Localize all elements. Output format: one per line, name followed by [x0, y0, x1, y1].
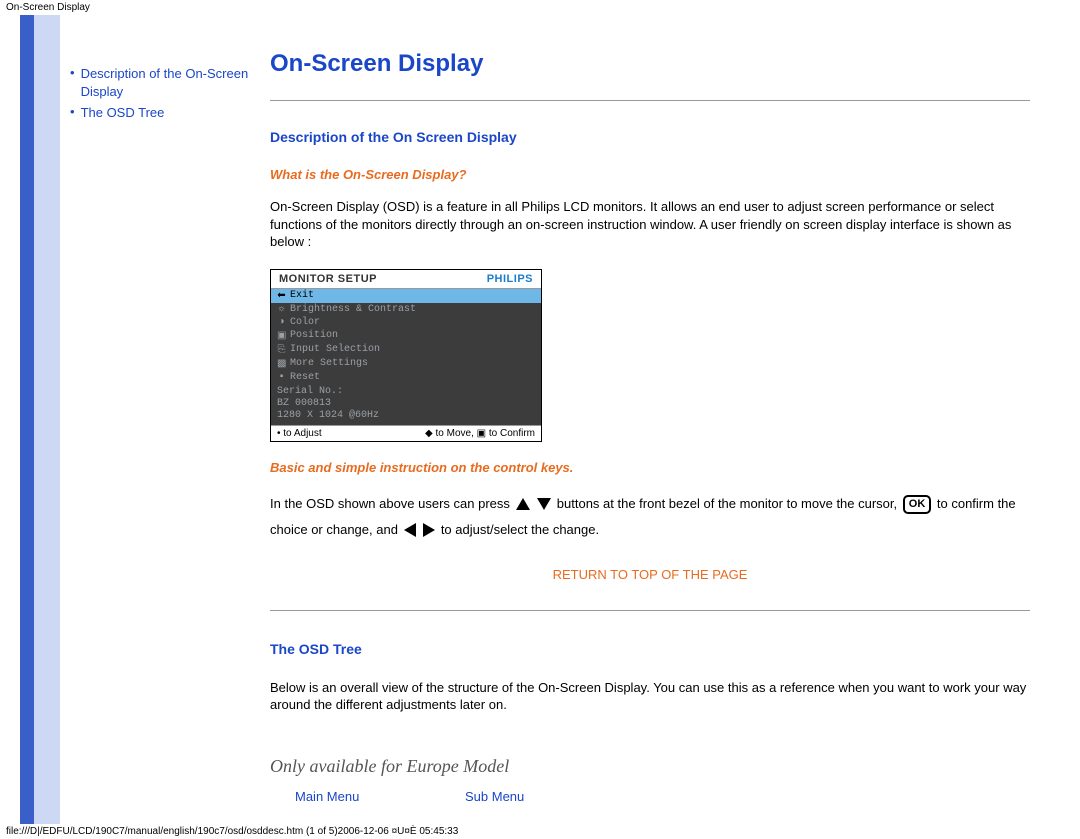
osd-header: MONITOR SETUP PHILIPS	[271, 270, 541, 289]
osd-menu-more: ▩More Settings	[271, 357, 541, 371]
page-footer-path: file:///D|/EDFU/LCD/190C7/manual/english…	[0, 824, 1080, 839]
osd-footer: • to Adjust ◆ to Move, ▣ to Confirm	[271, 425, 541, 441]
osd-footer-right: ◆ to Move, ▣ to Confirm	[425, 428, 535, 439]
left-stripe-dark	[20, 15, 34, 824]
section-heading-description: Description of the On Screen Display	[270, 129, 1030, 145]
osd-menu-color: ◑Color	[271, 316, 541, 329]
sidebar-link-osd-tree[interactable]: The OSD Tree	[81, 104, 165, 122]
osd-serial-value: BZ 000813	[277, 398, 535, 410]
osd-serial-block: Serial No.: BZ 000813 1280 X 1024 @60Hz	[271, 384, 541, 425]
osd-menu: ⬅Exit ☼Brightness & Contrast ◑Color ▣Pos…	[271, 289, 541, 384]
ok-button-icon: OK	[903, 495, 932, 514]
return-to-top-link[interactable]: RETURN TO TOP OF THE PAGE	[553, 567, 748, 582]
main-content: On-Screen Display Description of the On …	[260, 15, 1060, 824]
divider	[270, 100, 1030, 101]
osd-footer-left: • to Adjust	[277, 428, 322, 439]
osd-panel: MONITOR SETUP PHILIPS ⬅Exit ☼Brightness …	[270, 269, 542, 442]
return-to-top[interactable]: RETURN TO TOP OF THE PAGE	[270, 567, 1030, 582]
arrow-down-icon	[536, 497, 552, 511]
osd-tree-paragraph: Below is an overall view of the structur…	[270, 679, 1030, 714]
left-stripe-light	[34, 15, 60, 824]
arrow-left-icon: ⬅	[277, 290, 286, 302]
bullet-icon: •	[70, 104, 75, 121]
osd-header-title: MONITOR SETUP	[279, 273, 377, 285]
page-header-path: On-Screen Display	[0, 0, 1080, 15]
sidebar-nav: • Description of the On-Screen Display •…	[60, 15, 260, 824]
instr-text-4: to adjust/select the change.	[441, 522, 599, 537]
europe-model-note: Only available for Europe Model	[270, 756, 1030, 777]
osd-menu-brightness: ☼Brightness & Contrast	[271, 303, 541, 316]
sub-menu-header: Sub Menu	[465, 789, 524, 804]
section-heading-osd-tree: The OSD Tree	[270, 641, 1030, 657]
osd-brand: PHILIPS	[487, 273, 533, 285]
menu-headers-row: Main Menu Sub Menu	[270, 789, 1030, 804]
sidebar-item-description[interactable]: • Description of the On-Screen Display	[70, 65, 250, 100]
question-heading: What is the On-Screen Display?	[270, 167, 1030, 182]
osd-menu-position: ▣Position	[271, 329, 541, 343]
page-layout: • Description of the On-Screen Display •…	[20, 15, 1060, 824]
osd-menu-exit: ⬅Exit	[271, 289, 541, 303]
input-icon: ⎘	[277, 344, 286, 356]
sidebar-link-description[interactable]: Description of the On-Screen Display	[81, 65, 250, 100]
osd-serial-label: Serial No.:	[277, 386, 535, 398]
more-icon: ▩	[277, 358, 286, 370]
position-icon: ▣	[277, 330, 286, 342]
arrow-up-icon	[515, 497, 531, 511]
sun-icon: ☼	[277, 304, 286, 315]
divider	[270, 610, 1030, 611]
main-menu-header: Main Menu	[270, 789, 465, 804]
page-title: On-Screen Display	[270, 50, 1030, 78]
instr-text-1: In the OSD shown above users can press	[270, 496, 510, 511]
color-icon: ◑	[277, 317, 286, 328]
arrow-right-icon	[422, 522, 436, 538]
bullet-icon: •	[70, 65, 75, 82]
sidebar-item-osd-tree[interactable]: • The OSD Tree	[70, 104, 250, 122]
osd-resolution: 1280 X 1024 @60Hz	[277, 410, 535, 422]
description-paragraph: On-Screen Display (OSD) is a feature in …	[270, 198, 1030, 251]
osd-menu-input: ⎘Input Selection	[271, 343, 541, 357]
instruction-paragraph: In the OSD shown above users can press b…	[270, 491, 1030, 543]
instr-text-2: buttons at the front bezel of the monito…	[557, 496, 897, 511]
osd-menu-reset: ▪Reset	[271, 371, 541, 384]
instruction-heading: Basic and simple instruction on the cont…	[270, 460, 1030, 475]
reset-icon: ▪	[277, 372, 286, 383]
arrow-left-icon	[403, 522, 417, 538]
